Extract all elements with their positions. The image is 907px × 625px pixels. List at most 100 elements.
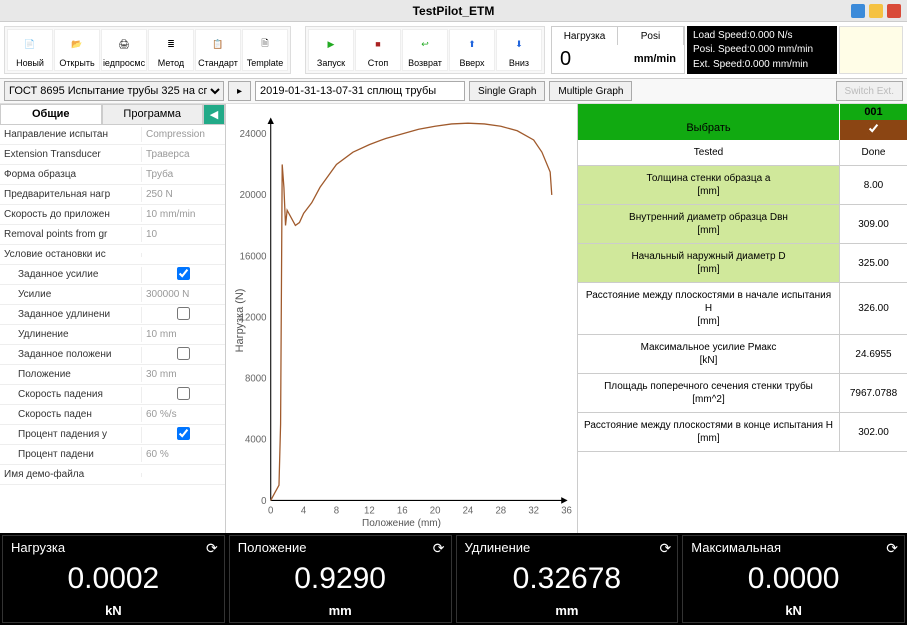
readout-unit: mm <box>238 603 443 618</box>
close-icon[interactable] <box>887 4 901 18</box>
readout-unit: kN <box>691 603 896 618</box>
param-value[interactable]: 30 mm <box>141 367 225 382</box>
svg-text:4: 4 <box>301 506 307 517</box>
svg-text:8000: 8000 <box>245 373 267 384</box>
param-checkbox[interactable] <box>177 307 190 320</box>
refresh-icon[interactable]: ⟳ <box>886 540 898 557</box>
param-row: Направление испытанCompression <box>0 125 225 145</box>
refresh-icon[interactable]: ⟳ <box>660 540 672 557</box>
param-value[interactable]: Труба <box>141 167 225 182</box>
standard-run-button[interactable]: ▸ <box>228 81 251 101</box>
tab-go-button[interactable]: ◀ <box>203 104 225 125</box>
return-button[interactable]: ↩Возврат <box>402 29 448 71</box>
param-row: Заданное положени <box>0 345 225 365</box>
result-value: 302.00 <box>839 413 907 451</box>
minimize-icon[interactable] <box>851 4 865 18</box>
tab-program[interactable]: Программа <box>102 104 204 125</box>
tab-common[interactable]: Общие <box>0 104 102 125</box>
open-button[interactable]: 📂Открыть <box>54 29 100 71</box>
param-label: Имя демо-файла <box>0 467 141 482</box>
result-row: Внутренний диаметр образца Dвн[mm]309.00 <box>578 205 907 244</box>
param-value[interactable]: 250 N <box>141 187 225 202</box>
param-checkbox[interactable] <box>177 387 190 400</box>
readout-label-posi[interactable]: Posi <box>618 27 684 45</box>
up-arrow-icon: ⬆ <box>460 32 484 56</box>
posi-speed: Posi. Speed:0.000 mm/min <box>693 44 831 55</box>
select-checkbox[interactable] <box>867 122 880 135</box>
param-label: Заданное усилие <box>0 267 141 282</box>
readout-box: Положение⟳0.9290mm <box>229 535 452 623</box>
svg-text:24000: 24000 <box>240 129 267 140</box>
param-checkbox[interactable] <box>177 267 190 280</box>
svg-text:0: 0 <box>261 496 267 507</box>
ext-indicator <box>839 26 903 74</box>
chart-area: 0400080001200016000200002400004812162024… <box>226 104 907 533</box>
up-button[interactable]: ⬆Вверх <box>449 29 495 71</box>
param-label: Заданное положени <box>0 347 141 362</box>
down-button[interactable]: ⬇Вниз <box>496 29 542 71</box>
result-row: Начальный наружный диаметр D[mm]325.00 <box>578 244 907 283</box>
standard-button[interactable]: 📋Стандарт <box>195 29 241 71</box>
svg-text:16000: 16000 <box>240 251 267 262</box>
window-controls <box>851 4 901 18</box>
sheet-icon: 📋 <box>206 32 230 56</box>
start-button[interactable]: ▶Запуск <box>308 29 354 71</box>
readout-unit: mm <box>465 603 670 618</box>
standard-select[interactable]: ГОСТ 8695 Испытание трубы 325 на сплющив… <box>4 81 224 101</box>
maximize-icon[interactable] <box>869 4 883 18</box>
svg-text:32: 32 <box>528 506 539 517</box>
param-row: Форма образцаТруба <box>0 165 225 185</box>
param-value[interactable]: 10 <box>141 227 225 242</box>
param-value[interactable] <box>141 253 225 257</box>
param-row: Положение30 mm <box>0 365 225 385</box>
preview-button[interactable]: 🖨іедпросмс <box>101 29 147 71</box>
method-button[interactable]: ≣Метод <box>148 29 194 71</box>
param-checkbox[interactable] <box>177 347 190 360</box>
param-value[interactable]: 10 mm <box>141 327 225 342</box>
result-label: Расстояние между плоскостями в конце исп… <box>578 413 839 451</box>
switch-ext-button[interactable]: Switch Ext. <box>836 81 903 101</box>
result-value: 8.00 <box>839 166 907 204</box>
play-icon: ▶ <box>319 32 343 56</box>
readout-value[interactable]: 0 <box>552 48 634 71</box>
refresh-icon[interactable]: ⟳ <box>433 540 445 557</box>
param-row: Заданное усилие <box>0 265 225 285</box>
readout-box: Нагрузка⟳0.0002kN <box>2 535 225 623</box>
param-value[interactable]: 60 %/s <box>141 407 225 422</box>
single-graph-button[interactable]: Single Graph <box>469 81 545 101</box>
test-name-input[interactable] <box>255 81 465 101</box>
param-checkbox[interactable] <box>177 427 190 440</box>
param-value[interactable]: Compression <box>141 127 225 142</box>
readout-title: Максимальная <box>691 540 896 555</box>
result-value: 326.00 <box>839 283 907 334</box>
multiple-graph-button[interactable]: Multiple Graph <box>549 81 632 101</box>
main-toolbar: 📄Новый 📂Открыть 🖨іедпросмс ≣Метод 📋Станд… <box>0 22 907 79</box>
new-button[interactable]: 📄Новый <box>7 29 53 71</box>
param-value[interactable] <box>141 473 225 477</box>
param-value[interactable]: 10 mm/min <box>141 207 225 222</box>
refresh-icon[interactable]: ⟳ <box>206 540 218 557</box>
result-row: Расстояние между плоскостями в конце исп… <box>578 413 907 452</box>
main-content: Общие Программа ◀ Направление испытанCom… <box>0 104 907 533</box>
params-list: Направление испытанCompressionExtension … <box>0 125 225 533</box>
param-row: Процент падения у <box>0 425 225 445</box>
svg-text:20000: 20000 <box>240 190 267 201</box>
param-row: Процент падени60 % <box>0 445 225 465</box>
param-row: Удлинение10 mm <box>0 325 225 345</box>
stop-button[interactable]: ■Стоп <box>355 29 401 71</box>
titlebar: TestPilot_ETM <box>0 0 907 22</box>
param-value[interactable]: 60 % <box>141 447 225 462</box>
printer-icon: 🖨 <box>112 32 136 56</box>
document-icon: 📄 <box>18 32 42 56</box>
param-value[interactable]: Траверса <box>141 147 225 162</box>
svg-text:4000: 4000 <box>245 435 267 446</box>
param-row: Заданное удлинени <box>0 305 225 325</box>
template-button[interactable]: 🗎Template <box>242 29 288 71</box>
speed-readout: Нагрузка Posi 0 mm/min <box>551 26 685 74</box>
result-value: 7967.0788 <box>839 374 907 412</box>
svg-text:16: 16 <box>397 506 408 517</box>
down-arrow-icon: ⬇ <box>507 32 531 56</box>
param-row: Скорость паден60 %/s <box>0 405 225 425</box>
svg-text:8: 8 <box>334 506 339 517</box>
param-value[interactable]: 300000 N <box>141 287 225 302</box>
